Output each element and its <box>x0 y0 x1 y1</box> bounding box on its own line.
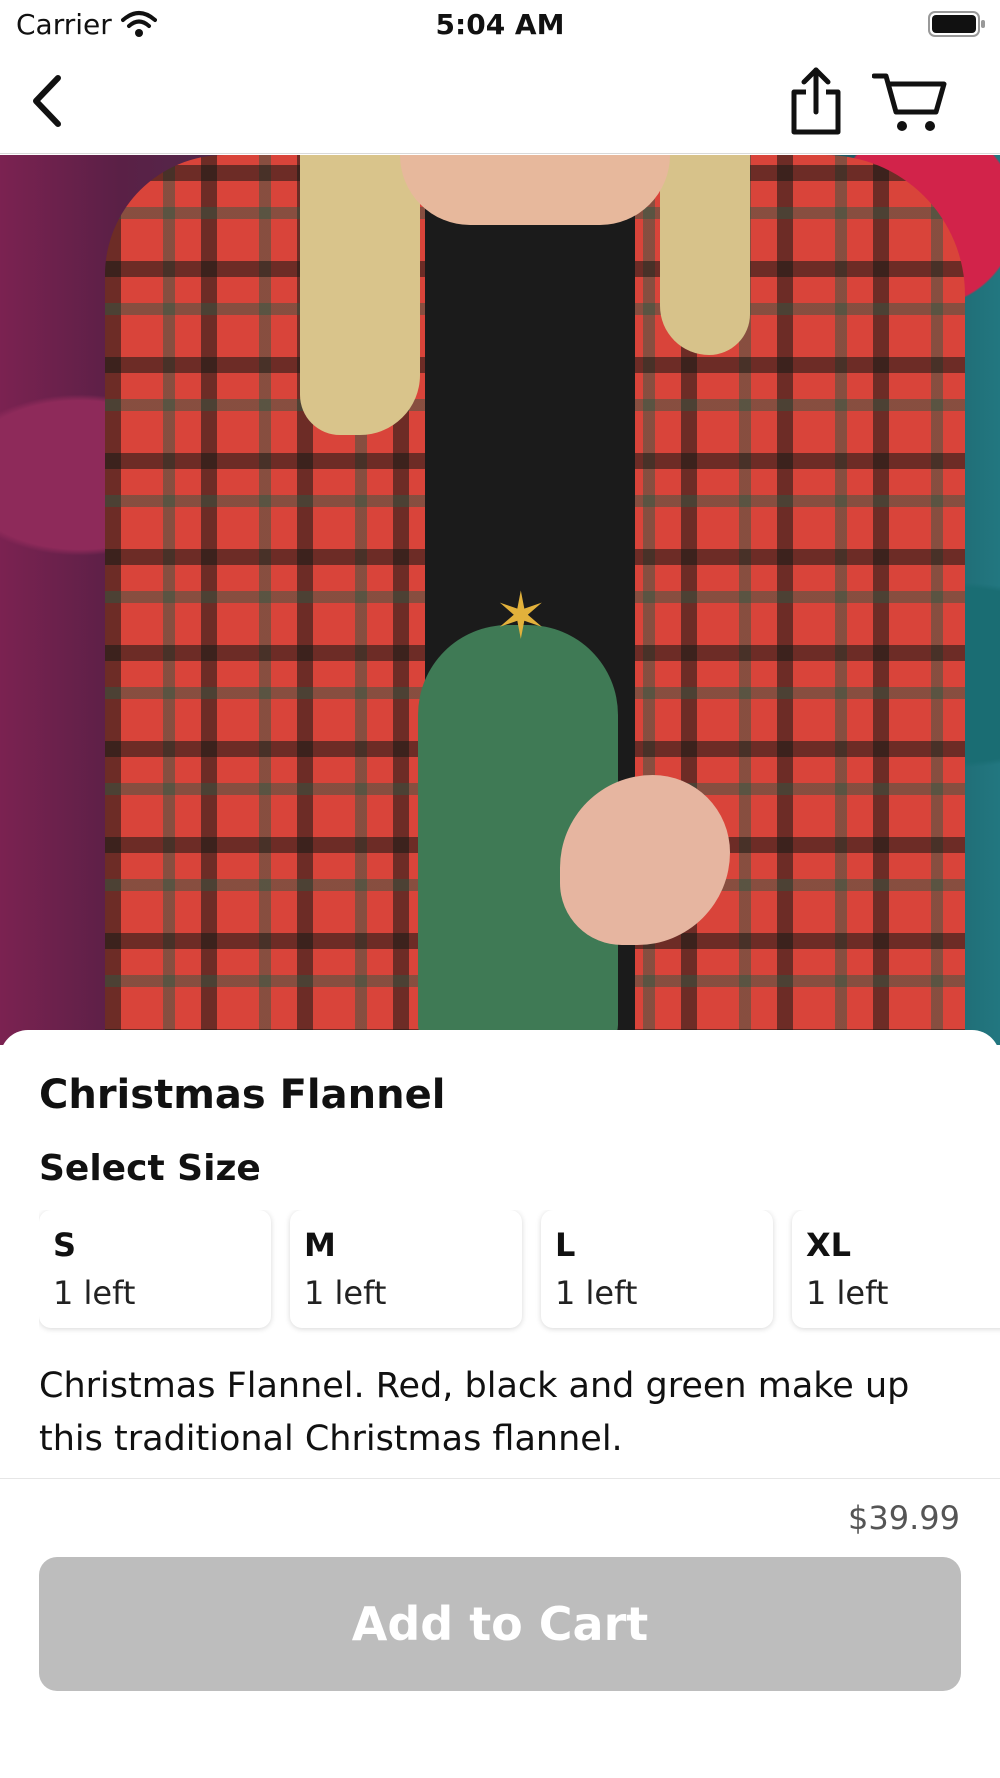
size-selector: S 1 left M 1 left L 1 left XL 1 left <box>39 1210 1000 1335</box>
size-stock: 1 left <box>304 1274 387 1312</box>
star-icon: ✶ <box>494 580 548 654</box>
size-name: L <box>555 1226 576 1264</box>
size-stock: 1 left <box>806 1274 889 1312</box>
product-image[interactable]: ✶ <box>0 155 1000 1045</box>
price-label: $39.99 <box>848 1499 960 1537</box>
size-name: XL <box>806 1226 852 1264</box>
hair-graphic-left <box>300 155 420 435</box>
size-option-xl[interactable]: XL 1 left <box>792 1210 1000 1328</box>
face-graphic <box>400 155 670 225</box>
size-name: S <box>53 1226 77 1264</box>
navigation-bar <box>0 50 1000 154</box>
size-stock: 1 left <box>53 1274 136 1312</box>
size-option-s[interactable]: S 1 left <box>39 1210 271 1328</box>
product-details-sheet: Christmas Flannel Select Size S 1 left M… <box>0 1030 1000 1480</box>
product-title: Christmas Flannel <box>39 1072 446 1118</box>
size-name: M <box>304 1226 336 1264</box>
cart-icon[interactable] <box>872 70 948 134</box>
select-size-heading: Select Size <box>39 1148 261 1189</box>
size-option-l[interactable]: L 1 left <box>541 1210 773 1328</box>
purchase-bar: $39.99 Add to Cart <box>0 1478 1000 1778</box>
add-to-cart-button[interactable]: Add to Cart <box>39 1557 961 1691</box>
size-stock: 1 left <box>555 1274 638 1312</box>
share-icon[interactable] <box>786 64 846 138</box>
product-description: Christmas Flannel. Red, black and green … <box>39 1366 910 1459</box>
clock: 5:04 AM <box>435 8 565 41</box>
add-to-cart-label: Add to Cart <box>351 1597 649 1651</box>
size-option-m[interactable]: M 1 left <box>290 1210 522 1328</box>
battery-icon <box>928 11 985 37</box>
status-bar: Carrier 5:04 AM <box>0 0 1000 50</box>
hair-graphic-right <box>660 155 750 355</box>
back-chevron-icon[interactable] <box>24 70 76 132</box>
